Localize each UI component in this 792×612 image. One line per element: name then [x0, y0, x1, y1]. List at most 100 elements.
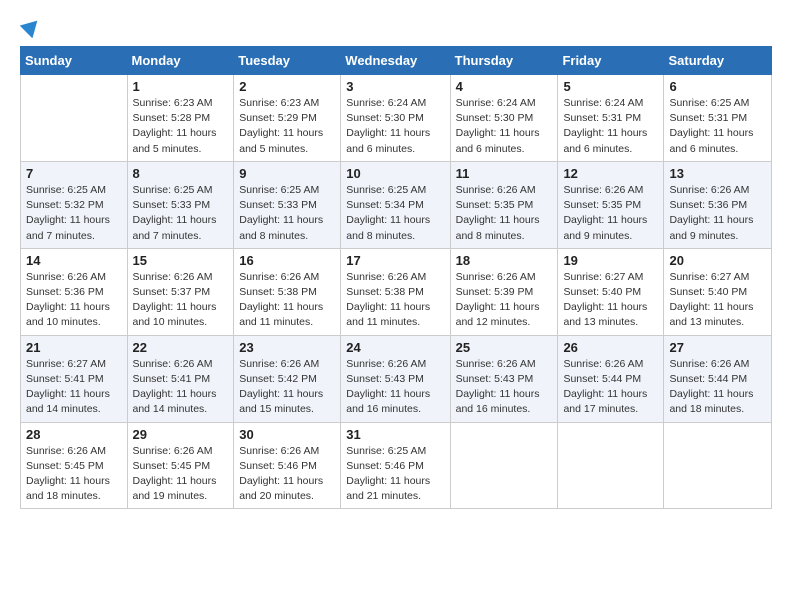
calendar-week-row: 21 Sunrise: 6:27 AM Sunset: 5:41 PM Dayli… — [21, 335, 772, 422]
day-info: Sunrise: 6:27 AM Sunset: 5:40 PM Dayligh… — [563, 270, 658, 331]
calendar-cell: 20 Sunrise: 6:27 AM Sunset: 5:40 PM Dayli… — [664, 248, 772, 335]
day-info: Sunrise: 6:26 AM Sunset: 5:43 PM Dayligh… — [456, 357, 553, 418]
weekday-header: Wednesday — [341, 47, 450, 75]
day-info: Sunrise: 6:26 AM Sunset: 5:38 PM Dayligh… — [239, 270, 335, 331]
weekday-header: Tuesday — [234, 47, 341, 75]
calendar-cell: 26 Sunrise: 6:26 AM Sunset: 5:44 PM Dayli… — [558, 335, 664, 422]
day-info: Sunrise: 6:26 AM Sunset: 5:37 PM Dayligh… — [133, 270, 229, 331]
calendar-cell: 4 Sunrise: 6:24 AM Sunset: 5:30 PM Daylig… — [450, 75, 558, 162]
calendar-cell: 29Sunrise: 6:26 AM Sunset: 5:45 PM Dayli… — [127, 422, 234, 509]
day-number: 12 — [563, 166, 658, 181]
day-info: Sunrise: 6:27 AM Sunset: 5:40 PM Dayligh… — [669, 270, 766, 331]
day-info: Sunrise: 6:26 AM Sunset: 5:41 PM Dayligh… — [133, 357, 229, 418]
calendar-week-row: 7Sunrise: 6:25 AM Sunset: 5:32 PM Daylig… — [21, 161, 772, 248]
calendar-cell: 28 Sunrise: 6:26 AM Sunset: 5:45 PM Dayli… — [21, 422, 128, 509]
day-number: 4 — [456, 79, 553, 94]
day-number: 16 — [239, 253, 335, 268]
calendar-cell: 30Sunrise: 6:26 AM Sunset: 5:46 PM Dayli… — [234, 422, 341, 509]
day-number: 9 — [239, 166, 335, 181]
day-info: Sunrise: 6:26 AM Sunset: 5:36 PM Dayligh… — [669, 183, 766, 244]
calendar-cell — [450, 422, 558, 509]
day-number: 28 — [26, 427, 122, 442]
day-info: Sunrise: 6:26 AM Sunset: 5:46 PM Dayligh… — [239, 444, 335, 505]
day-info: Sunrise: 6:23 AM Sunset: 5:28 PM Dayligh… — [133, 96, 229, 157]
calendar-cell: 11Sunrise: 6:26 AM Sunset: 5:35 PM Dayli… — [450, 161, 558, 248]
weekday-header: Friday — [558, 47, 664, 75]
calendar-cell: 15 Sunrise: 6:26 AM Sunset: 5:37 PM Dayli… — [127, 248, 234, 335]
day-info: Sunrise: 6:26 AM Sunset: 5:42 PM Dayligh… — [239, 357, 335, 418]
day-number: 8 — [133, 166, 229, 181]
logo — [20, 16, 42, 38]
day-number: 7 — [26, 166, 122, 181]
calendar-cell: 31 Sunrise: 6:25 AM Sunset: 5:46 PM Dayli… — [341, 422, 450, 509]
day-number: 3 — [346, 79, 444, 94]
calendar-cell — [21, 75, 128, 162]
day-info: Sunrise: 6:25 AM Sunset: 5:33 PM Dayligh… — [239, 183, 335, 244]
calendar-cell — [664, 422, 772, 509]
day-number: 2 — [239, 79, 335, 94]
day-info: Sunrise: 6:26 AM Sunset: 5:45 PM Dayligh… — [133, 444, 229, 505]
day-info: Sunrise: 6:26 AM Sunset: 5:35 PM Dayligh… — [456, 183, 553, 244]
day-number: 27 — [669, 340, 766, 355]
calendar-cell: 27 Sunrise: 6:26 AM Sunset: 5:44 PM Dayli… — [664, 335, 772, 422]
calendar-cell: 23 Sunrise: 6:26 AM Sunset: 5:42 PM Dayli… — [234, 335, 341, 422]
weekday-header: Saturday — [664, 47, 772, 75]
day-info: Sunrise: 6:26 AM Sunset: 5:45 PM Dayligh… — [26, 444, 122, 505]
calendar-cell: 9 Sunrise: 6:25 AM Sunset: 5:33 PM Daylig… — [234, 161, 341, 248]
calendar-header-row: SundayMondayTuesdayWednesdayThursdayFrid… — [21, 47, 772, 75]
day-info: Sunrise: 6:26 AM Sunset: 5:36 PM Dayligh… — [26, 270, 122, 331]
calendar-cell: 13 Sunrise: 6:26 AM Sunset: 5:36 PM Dayli… — [664, 161, 772, 248]
day-info: Sunrise: 6:24 AM Sunset: 5:30 PM Dayligh… — [456, 96, 553, 157]
day-number: 24 — [346, 340, 444, 355]
day-number: 17 — [346, 253, 444, 268]
calendar-week-row: 28 Sunrise: 6:26 AM Sunset: 5:45 PM Dayli… — [21, 422, 772, 509]
day-info: Sunrise: 6:24 AM Sunset: 5:31 PM Dayligh… — [563, 96, 658, 157]
day-number: 5 — [563, 79, 658, 94]
weekday-header: Monday — [127, 47, 234, 75]
day-info: Sunrise: 6:26 AM Sunset: 5:43 PM Dayligh… — [346, 357, 444, 418]
calendar-cell: 3Sunrise: 6:24 AM Sunset: 5:30 PM Daylig… — [341, 75, 450, 162]
day-number: 26 — [563, 340, 658, 355]
day-number: 20 — [669, 253, 766, 268]
calendar-cell: 17 Sunrise: 6:26 AM Sunset: 5:38 PM Dayli… — [341, 248, 450, 335]
calendar-cell — [558, 422, 664, 509]
day-info: Sunrise: 6:23 AM Sunset: 5:29 PM Dayligh… — [239, 96, 335, 157]
calendar-cell: 10Sunrise: 6:25 AM Sunset: 5:34 PM Dayli… — [341, 161, 450, 248]
day-info: Sunrise: 6:26 AM Sunset: 5:39 PM Dayligh… — [456, 270, 553, 331]
day-number: 6 — [669, 79, 766, 94]
day-info: Sunrise: 6:27 AM Sunset: 5:41 PM Dayligh… — [26, 357, 122, 418]
calendar-cell: 14 Sunrise: 6:26 AM Sunset: 5:36 PM Dayli… — [21, 248, 128, 335]
day-number: 31 — [346, 427, 444, 442]
calendar-cell: 22 Sunrise: 6:26 AM Sunset: 5:41 PM Dayli… — [127, 335, 234, 422]
calendar-cell: 19 Sunrise: 6:27 AM Sunset: 5:40 PM Dayli… — [558, 248, 664, 335]
day-number: 21 — [26, 340, 122, 355]
day-number: 10 — [346, 166, 444, 181]
calendar-cell: 16 Sunrise: 6:26 AM Sunset: 5:38 PM Dayli… — [234, 248, 341, 335]
calendar-cell: 18 Sunrise: 6:26 AM Sunset: 5:39 PM Dayli… — [450, 248, 558, 335]
day-number: 13 — [669, 166, 766, 181]
day-number: 18 — [456, 253, 553, 268]
day-info: Sunrise: 6:25 AM Sunset: 5:46 PM Dayligh… — [346, 444, 444, 505]
calendar-cell: 7Sunrise: 6:25 AM Sunset: 5:32 PM Daylig… — [21, 161, 128, 248]
day-info: Sunrise: 6:26 AM Sunset: 5:38 PM Dayligh… — [346, 270, 444, 331]
calendar-cell: 1 Sunrise: 6:23 AM Sunset: 5:28 PM Daylig… — [127, 75, 234, 162]
day-info: Sunrise: 6:26 AM Sunset: 5:44 PM Dayligh… — [669, 357, 766, 418]
calendar-week-row: 14 Sunrise: 6:26 AM Sunset: 5:36 PM Dayli… — [21, 248, 772, 335]
day-info: Sunrise: 6:25 AM Sunset: 5:31 PM Dayligh… — [669, 96, 766, 157]
day-number: 23 — [239, 340, 335, 355]
calendar-cell: 25Sunrise: 6:26 AM Sunset: 5:43 PM Dayli… — [450, 335, 558, 422]
day-number: 1 — [133, 79, 229, 94]
day-number: 19 — [563, 253, 658, 268]
day-info: Sunrise: 6:26 AM Sunset: 5:44 PM Dayligh… — [563, 357, 658, 418]
day-number: 14 — [26, 253, 122, 268]
calendar-body: 1 Sunrise: 6:23 AM Sunset: 5:28 PM Daylig… — [21, 75, 772, 509]
day-number: 22 — [133, 340, 229, 355]
day-number: 15 — [133, 253, 229, 268]
calendar-cell: 2 Sunrise: 6:23 AM Sunset: 5:29 PM Daylig… — [234, 75, 341, 162]
page-header — [20, 16, 772, 38]
calendar-cell: 24 Sunrise: 6:26 AM Sunset: 5:43 PM Dayli… — [341, 335, 450, 422]
calendar-cell: 6 Sunrise: 6:25 AM Sunset: 5:31 PM Daylig… — [664, 75, 772, 162]
weekday-header: Sunday — [21, 47, 128, 75]
day-info: Sunrise: 6:25 AM Sunset: 5:33 PM Dayligh… — [133, 183, 229, 244]
calendar-week-row: 1 Sunrise: 6:23 AM Sunset: 5:28 PM Daylig… — [21, 75, 772, 162]
